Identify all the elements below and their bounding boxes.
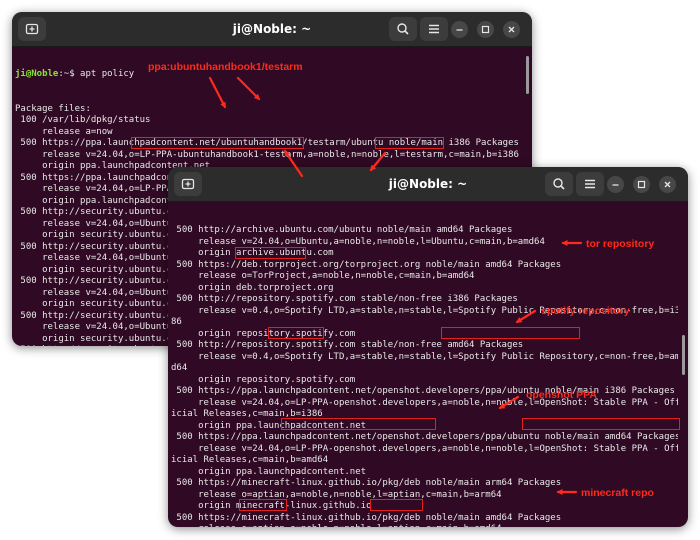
terminal-line: d64 — [171, 363, 188, 373]
minimize-button[interactable] — [607, 176, 624, 193]
scrollbar[interactable] — [526, 56, 529, 94]
terminal-line: origin deb.torproject.org — [171, 282, 334, 293]
annotation-openshot: openshot PPA — [526, 389, 597, 401]
maximize-icon — [637, 180, 646, 189]
highlight-box-l-spotify — [441, 327, 580, 339]
close-icon — [508, 26, 515, 33]
terminal-line: 100 /var/lib/dpkg/status — [15, 115, 151, 125]
maximize-icon — [481, 25, 490, 34]
close-button[interactable] — [659, 176, 676, 193]
minimize-button[interactable] — [451, 21, 468, 38]
terminal-line: Package files: — [15, 103, 91, 114]
terminal-line: release o=aptian,a=noble,n=noble,l=aptia… — [171, 524, 678, 527]
menu-button[interactable] — [420, 17, 448, 41]
highlight-box-o-spotify — [268, 327, 324, 339]
terminal-line: icial Releases,c=main,b=amd64 — [171, 455, 329, 465]
new-tab-icon — [181, 178, 195, 190]
minimize-icon — [612, 184, 619, 186]
annotation-spotify: spotify repository — [541, 305, 630, 317]
highlight-box-o-openshot — [281, 418, 436, 430]
close-button[interactable] — [503, 21, 520, 38]
search-button[interactable] — [389, 17, 417, 41]
terminal-line: release v=24.04,o=LP-PPA-ubuntuhandbook1… — [15, 149, 519, 160]
annotation-tor: tor repository — [586, 238, 655, 250]
terminal-line: 500 http://repository.spotify.com stable… — [171, 294, 518, 304]
highlight-box-o-torproject — [235, 247, 306, 259]
new-tab-button[interactable] — [174, 172, 202, 196]
terminal-line: 500 https://deb.torproject.org/torprojec… — [171, 259, 562, 270]
titlebar[interactable]: ji@Noble: ~ — [168, 167, 688, 202]
terminal-line: release v=0.4,o=Spotify LTD,a=stable,n=s… — [171, 351, 678, 362]
menu-button[interactable] — [576, 172, 604, 196]
terminal-line: 500 https://ppa.launchpadcontent.net/ope… — [171, 386, 675, 396]
maximize-button[interactable] — [633, 176, 650, 193]
annotation-minecraft: minecraft repo — [581, 487, 654, 499]
highlight-box-l-openshot — [522, 418, 680, 430]
terminal-line: origin repository.spotify.com — [171, 328, 356, 339]
terminal-line: release v=24.04,o=LP-PPA-openshot.develo… — [171, 397, 678, 408]
highlight-box-l-testarm — [375, 137, 444, 149]
search-icon — [397, 23, 409, 35]
new-tab-icon — [25, 23, 39, 35]
terminal-line: release v=24.04,o=LP-PPA-openshot.develo… — [171, 443, 678, 454]
close-icon — [664, 181, 671, 188]
terminal-line: 500 https://ppa.launchpadcontent.net/ope… — [171, 432, 678, 442]
highlight-box-o-aptian — [239, 499, 287, 511]
terminal-line: 86 — [171, 317, 182, 327]
minimize-icon — [456, 29, 463, 31]
terminal-line: origin repository.spotify.com — [171, 374, 356, 385]
terminal-line: release o=TorProject,a=noble,n=noble,c=m… — [171, 271, 475, 281]
scrollbar[interactable] — [682, 335, 685, 375]
terminal-line: origin ppa.launchpadcontent.net — [171, 466, 367, 477]
search-icon — [553, 178, 565, 190]
terminal-line: 500 https://minecraft-linux.github.io/pk… — [171, 512, 562, 523]
new-tab-button[interactable] — [18, 17, 46, 41]
terminal-line: 500 http://repository.spotify.com stable… — [171, 340, 524, 350]
terminal-lines: 500 http://archive.ubuntu.com/ubuntu nob… — [171, 225, 678, 527]
annotation-ppa: ppa:ubuntuhandbook1/testarm — [146, 61, 305, 73]
prompt-command: :~$ apt policy — [58, 69, 135, 79]
terminal-window-front[interactable]: ji@Noble: ~ 500 http://archive.ubuntu.co… — [168, 167, 688, 527]
menu-icon — [429, 24, 439, 34]
highlight-box-l-aptian — [370, 499, 423, 511]
titlebar[interactable]: ji@Noble: ~ — [12, 12, 532, 47]
prompt-user: ji@Noble — [15, 69, 59, 79]
maximize-button[interactable] — [477, 21, 494, 38]
menu-icon — [585, 179, 595, 189]
terminal-line: 500 http://archive.ubuntu.com/ubuntu nob… — [171, 225, 513, 235]
search-button[interactable] — [545, 172, 573, 196]
highlight-box-o-testarm — [131, 137, 304, 149]
